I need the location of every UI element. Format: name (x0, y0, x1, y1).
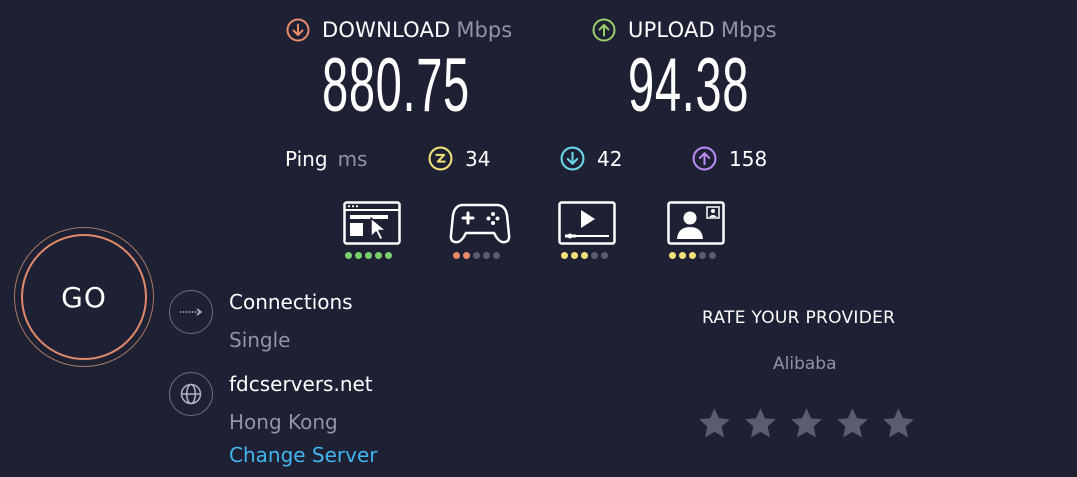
rating-dot (581, 252, 588, 259)
video-streaming-icon (558, 201, 616, 245)
ping-upload: 158 (692, 146, 767, 171)
upload-header: UPLOAD Mbps (592, 18, 777, 42)
go-button[interactable]: GO (21, 234, 147, 360)
connections-title: Connections (229, 290, 353, 314)
video-call-rating (669, 252, 716, 259)
rating-dot (483, 252, 490, 259)
ping-upload-value: 158 (729, 146, 768, 171)
server-button[interactable] (169, 372, 213, 416)
ping-idle-value: 34 (465, 146, 491, 171)
ping-download-value: 42 (597, 146, 623, 171)
web-browsing-rating (345, 252, 392, 259)
ping-idle: 34 (428, 146, 490, 171)
star-3-icon[interactable] (789, 406, 824, 441)
star-5-icon[interactable] (881, 406, 916, 441)
rating-dot (375, 252, 382, 259)
upload-value: 94.38 (628, 43, 750, 128)
rating-dot (709, 252, 716, 259)
upload-label: UPLOAD (628, 18, 715, 42)
server-location: Hong Kong (229, 410, 338, 434)
video-call-icon (667, 201, 725, 245)
video-streaming-rating (561, 252, 608, 259)
ping-unit: ms (337, 147, 368, 171)
rating-dot (493, 252, 500, 259)
upload-arrow-icon (592, 18, 616, 42)
ping-label: Ping (285, 147, 328, 171)
download-arrow-icon (286, 18, 310, 42)
download-latency-icon (560, 146, 585, 171)
download-value: 880.75 (322, 43, 470, 128)
connections-button[interactable] (169, 290, 213, 334)
rating-dot (679, 252, 686, 259)
star-1-icon[interactable] (697, 406, 732, 441)
rating-dot (561, 252, 568, 259)
change-server-link[interactable]: Change Server (229, 443, 378, 467)
rating-dot (365, 252, 372, 259)
gaming-rating (453, 252, 500, 259)
upload-latency-icon (692, 146, 717, 171)
download-unit: Mbps (456, 18, 513, 42)
ping-download: 42 (560, 146, 622, 171)
connections-value: Single (229, 328, 291, 352)
rating-dot (571, 252, 578, 259)
provider-name: Alibaba (773, 354, 837, 374)
rate-provider-title: RATE YOUR PROVIDER (702, 308, 896, 328)
star-2-icon[interactable] (743, 406, 778, 441)
rating-stars (697, 406, 916, 441)
rating-dot (463, 252, 470, 259)
rating-dot (601, 252, 608, 259)
rating-dot (669, 252, 676, 259)
rating-dot (699, 252, 706, 259)
download-label: DOWNLOAD (322, 18, 451, 42)
idle-latency-icon (428, 146, 453, 171)
server-host: fdcservers.net (229, 372, 373, 396)
web-browsing-icon (343, 201, 401, 245)
upload-unit: Mbps (720, 18, 777, 42)
rating-dot (473, 252, 480, 259)
rating-dot (591, 252, 598, 259)
single-connection-icon (180, 308, 203, 316)
download-header: DOWNLOAD Mbps (286, 18, 512, 42)
ping-label-group: Ping ms (285, 147, 367, 171)
rating-dot (355, 252, 362, 259)
gaming-controller-icon (449, 203, 511, 244)
star-4-icon[interactable] (835, 406, 870, 441)
globe-icon (180, 383, 202, 405)
rating-dot (345, 252, 352, 259)
go-button-ring: GO (14, 227, 154, 367)
rating-dot (385, 252, 392, 259)
rating-dot (453, 252, 460, 259)
rating-dot (689, 252, 696, 259)
